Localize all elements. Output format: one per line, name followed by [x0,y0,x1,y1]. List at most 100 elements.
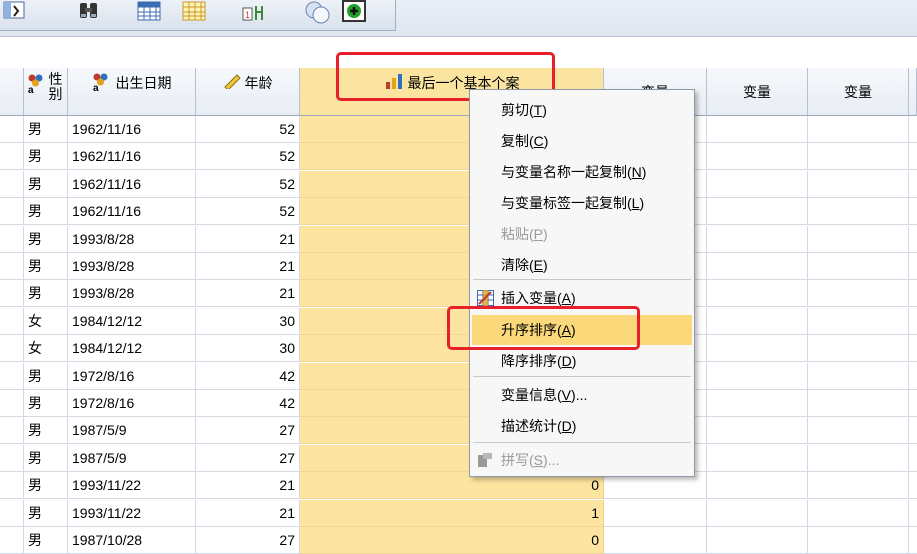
cell-age[interactable]: 30 [196,307,300,335]
cell-birthdate[interactable]: 1962/11/16 [68,170,196,198]
cell-empty[interactable] [707,390,808,417]
column-header-var-3[interactable]: 变量 [808,68,909,116]
cell-birthdate[interactable]: 1993/8/28 [68,280,196,308]
insert-cases-icon[interactable] [135,0,163,24]
cell-empty[interactable] [808,280,909,308]
cell-empty[interactable] [707,170,808,198]
cell-age[interactable]: 21 [196,499,300,527]
cell-empty[interactable] [707,253,808,280]
cell-birthdate[interactable]: 1972/8/16 [68,362,196,390]
cell-gender[interactable]: 男 [24,198,68,226]
cell-gender[interactable]: 男 [24,116,68,143]
cell-birthdate[interactable]: 1987/5/9 [68,417,196,445]
cell-birthdate[interactable]: 1987/5/9 [68,444,196,472]
cell-empty[interactable] [707,307,808,335]
cell-gender[interactable]: 男 [24,225,68,253]
cell-empty[interactable] [808,417,909,445]
column-header-birthdate[interactable]: a 出生日期 [68,68,196,116]
menu-item-3[interactable]: 与变量名称一起复制(N) [472,157,692,187]
cell-empty[interactable] [604,527,707,554]
cell-empty[interactable] [808,390,909,417]
cell-birthdate[interactable]: 1993/11/22 [68,472,196,500]
cell-empty[interactable] [707,472,808,500]
cell-birthdate[interactable]: 1993/11/22 [68,499,196,527]
cell-last-case[interactable]: 0 [300,527,604,554]
cell-empty[interactable] [808,335,909,363]
cell-gender[interactable]: 女 [24,335,68,363]
cell-empty[interactable] [808,253,909,280]
cell-age[interactable]: 30 [196,335,300,363]
cell-age[interactable]: 27 [196,417,300,445]
cell-gender[interactable]: 男 [24,417,68,445]
cell-age[interactable]: 27 [196,444,300,472]
cell-gender[interactable]: 男 [24,143,68,171]
menu-item-4[interactable]: 与变量标签一起复制(L) [472,188,692,218]
cell-last-case[interactable]: 1 [300,499,604,527]
cell-empty[interactable] [808,170,909,198]
cell-empty[interactable] [707,116,808,143]
insert-variable-icon[interactable] [180,0,208,24]
cell-age[interactable]: 42 [196,362,300,390]
cell-age[interactable]: 21 [196,225,300,253]
column-header-age[interactable]: 年龄 [196,68,300,116]
cell-gender[interactable]: 男 [24,280,68,308]
cell-empty[interactable] [808,225,909,253]
cell-empty[interactable] [808,472,909,500]
cell-birthdate[interactable]: 1984/12/12 [68,335,196,363]
cell-age[interactable]: 52 [196,143,300,171]
cell-empty[interactable] [707,143,808,171]
cell-empty[interactable] [808,362,909,390]
split-file-icon[interactable]: 1 [240,0,268,24]
menu-item-11[interactable]: 描述统计(D) [472,411,692,441]
menu-item-1[interactable]: 剪切(T) [472,95,692,125]
cell-empty[interactable] [707,225,808,253]
column-header-var-2[interactable]: 变量 [707,68,808,116]
cell-empty[interactable] [707,198,808,226]
select-cases-icon[interactable] [340,0,368,24]
cell-gender[interactable]: 男 [24,499,68,527]
cell-age[interactable]: 21 [196,280,300,308]
find-icon[interactable] [75,0,103,24]
menu-item-10[interactable]: 变量信息(V)... [472,380,692,410]
cell-age[interactable]: 21 [196,472,300,500]
cell-age[interactable]: 42 [196,390,300,417]
variables-icon[interactable] [0,0,28,24]
cell-empty[interactable] [604,499,707,527]
cell-birthdate[interactable]: 1993/8/28 [68,253,196,280]
cell-empty[interactable] [808,143,909,171]
cell-empty[interactable] [707,335,808,363]
cell-empty[interactable] [707,499,808,527]
cell-birthdate[interactable]: 1987/10/28 [68,527,196,554]
menu-item-6[interactable]: 清除(E) [472,250,692,280]
cell-age[interactable]: 52 [196,116,300,143]
cell-empty[interactable] [707,444,808,472]
cell-age[interactable]: 52 [196,170,300,198]
column-header-gender[interactable]: a 性别 [24,68,68,116]
cell-empty[interactable] [808,116,909,143]
cell-empty[interactable] [808,527,909,554]
cell-gender[interactable]: 男 [24,170,68,198]
cell-empty[interactable] [707,527,808,554]
cell-empty[interactable] [707,280,808,308]
cell-gender[interactable]: 男 [24,362,68,390]
cell-empty[interactable] [707,362,808,390]
cell-empty[interactable] [808,444,909,472]
cell-gender[interactable]: 男 [24,444,68,472]
cell-birthdate[interactable]: 1972/8/16 [68,390,196,417]
cell-gender[interactable]: 男 [24,253,68,280]
cell-birthdate[interactable]: 1962/11/16 [68,198,196,226]
cell-age[interactable]: 52 [196,198,300,226]
cell-gender[interactable]: 男 [24,390,68,417]
cell-gender[interactable]: 女 [24,307,68,335]
weight-cases-icon[interactable] [302,0,330,24]
cell-birthdate[interactable]: 1984/12/12 [68,307,196,335]
cell-empty[interactable] [808,198,909,226]
cell-gender[interactable]: 男 [24,527,68,554]
cell-birthdate[interactable]: 1962/11/16 [68,143,196,171]
cell-birthdate[interactable]: 1962/11/16 [68,116,196,143]
menu-item-2[interactable]: 复制(C) [472,126,692,156]
cell-age[interactable]: 27 [196,527,300,554]
cell-birthdate[interactable]: 1993/8/28 [68,225,196,253]
cell-empty[interactable] [707,417,808,445]
cell-empty[interactable] [808,307,909,335]
